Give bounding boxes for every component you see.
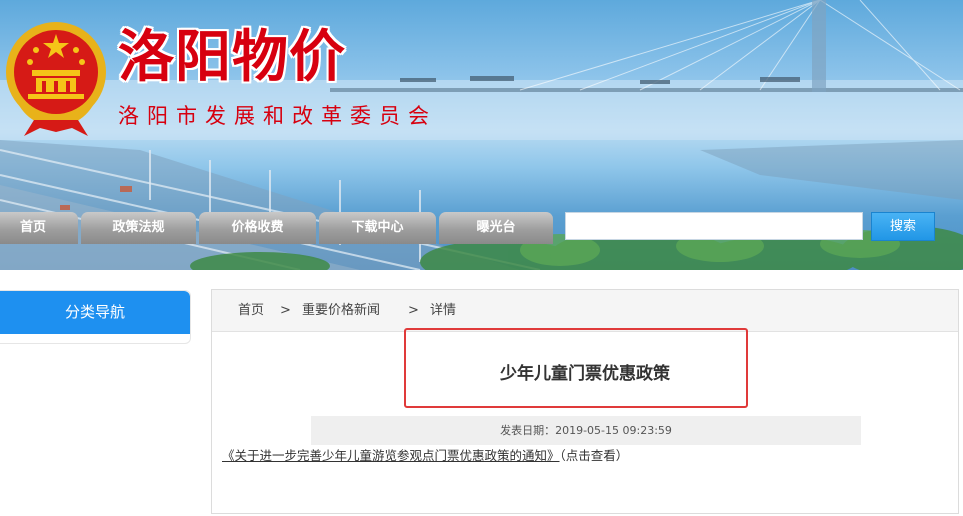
site-title: 洛阳物价	[118, 24, 346, 90]
breadcrumb-current: 详情	[430, 303, 457, 318]
breadcrumb-news[interactable]: 重要价格新闻	[302, 290, 380, 331]
header-banner: 洛阳物价 洛阳市发展和改革委员会 首页 政策法规 价格收费 下载中心 曝光台 搜…	[0, 0, 963, 270]
nav-item-policy[interactable]: 政策法规	[81, 212, 196, 244]
nav-item-home[interactable]: 首页	[0, 212, 78, 244]
breadcrumb-separator: >	[280, 303, 291, 318]
publish-date: 发表日期：2019-05-15 09:23:59	[311, 416, 861, 445]
site-subtitle: 洛阳市发展和改革委员会	[118, 104, 437, 128]
breadcrumb: 首页 > 重要价格新闻 > 详情	[212, 290, 958, 332]
sidebar-title[interactable]: 分类导航	[0, 291, 190, 334]
article-title: 少年儿童门票优惠政策	[500, 364, 670, 384]
search-input[interactable]	[565, 212, 863, 240]
document-link-hint[interactable]: （点击查看）	[560, 448, 629, 463]
breadcrumb-home[interactable]: 首页	[238, 290, 264, 331]
nav-item-downloads[interactable]: 下载中心	[319, 212, 436, 244]
breadcrumb-separator: >	[408, 303, 419, 318]
nav-item-exposure[interactable]: 曝光台	[439, 212, 553, 244]
search-button[interactable]: 搜索	[871, 212, 935, 241]
article-panel: 首页 > 重要价格新闻 > 详情 少年儿童门票优惠政策 发表日期：2019-05…	[211, 289, 959, 514]
sidebar: 分类导航	[0, 290, 191, 344]
national-emblem-icon	[6, 22, 106, 136]
document-link[interactable]: 《关于进一步完善少年儿童游览参观点门票优惠政策的通知》	[222, 448, 560, 463]
nav-item-pricing[interactable]: 价格收费	[199, 212, 316, 244]
document-link-line: 《关于进一步完善少年儿童游览参观点门票优惠政策的通知》（点击查看）	[222, 447, 628, 465]
